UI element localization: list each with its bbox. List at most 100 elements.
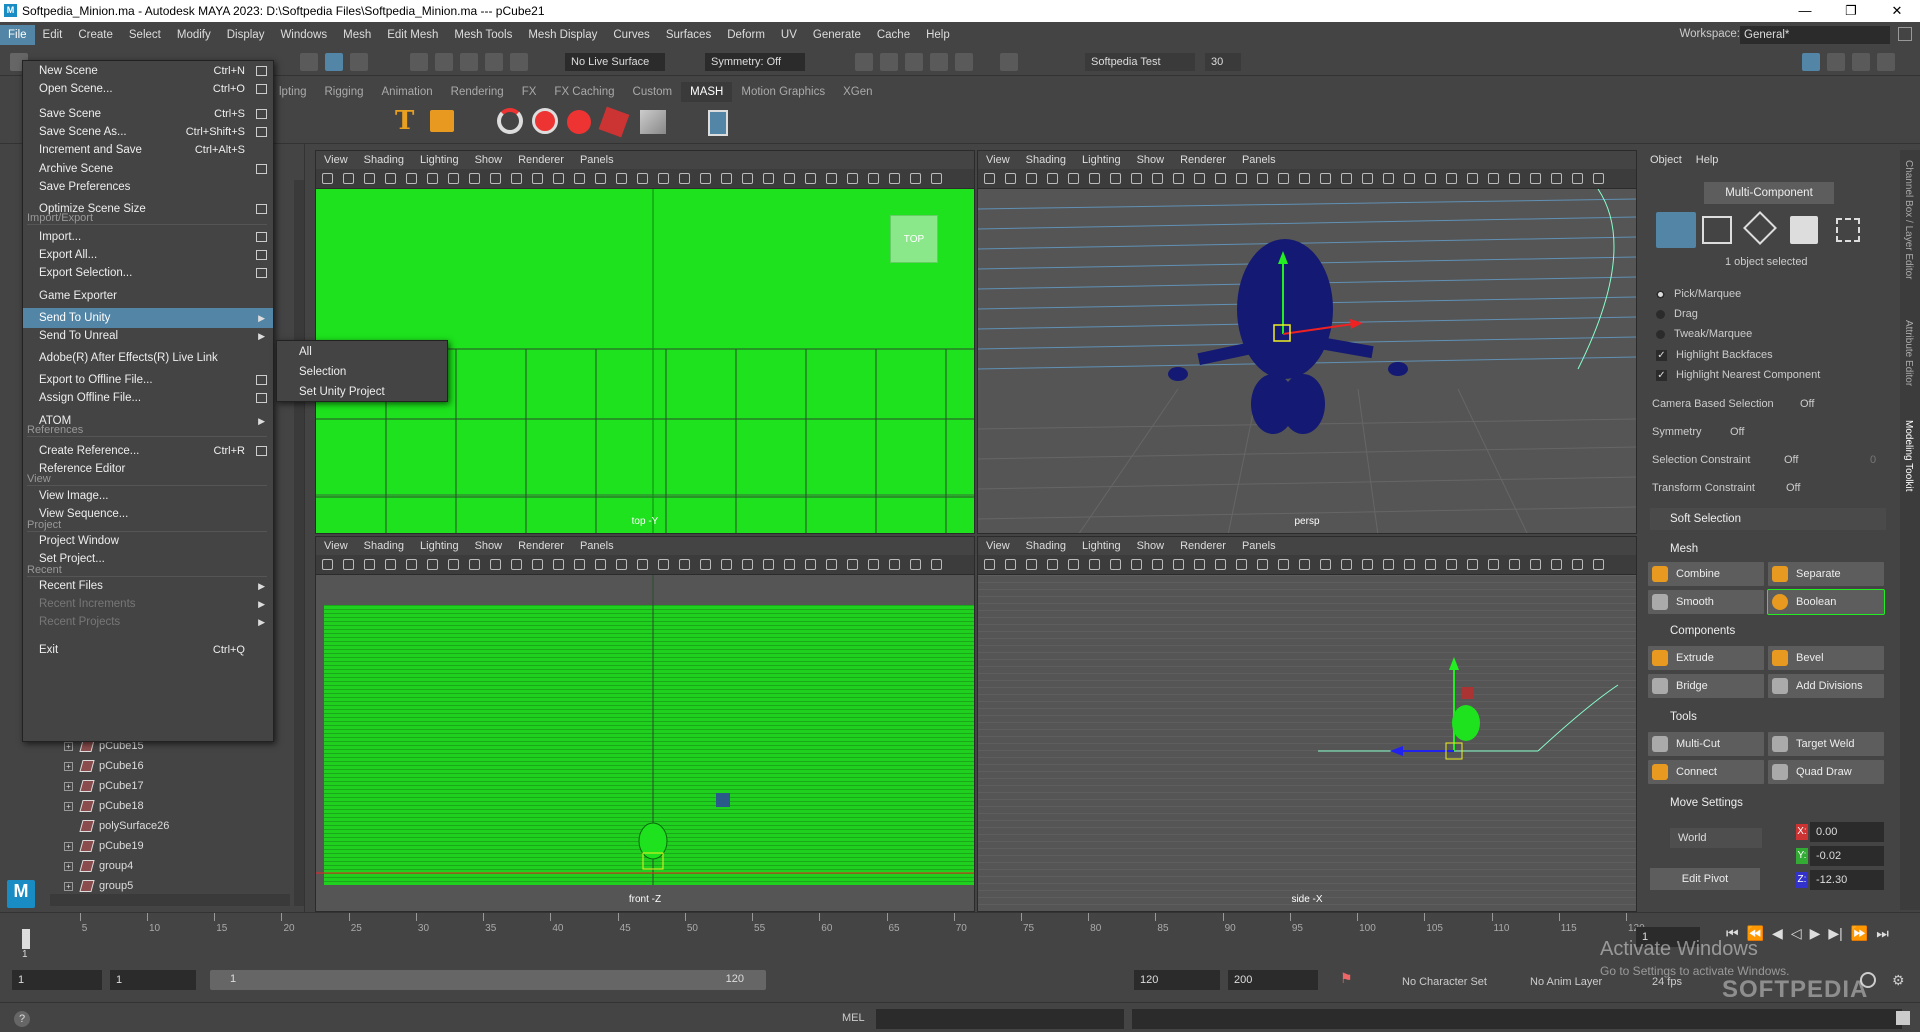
viewport-tool-icon[interactable] <box>343 559 354 570</box>
shelf-tab-rendering[interactable]: Rendering <box>442 82 513 102</box>
close-button[interactable]: ✕ <box>1874 0 1920 22</box>
menu-cache[interactable]: Cache <box>869 25 918 45</box>
file-menu-exit[interactable]: Exit Ctrl+Q <box>23 640 273 660</box>
file-menu-save-scene-as[interactable]: Save Scene As... Ctrl+Shift+S <box>23 122 273 142</box>
menu-display[interactable]: Display <box>219 25 273 45</box>
file-menu-project-window[interactable]: Project Window <box>23 531 273 551</box>
snap-curve-icon[interactable] <box>435 53 453 71</box>
file-menu-adobe-r-after-effects-r-live-link[interactable]: Adobe(R) After Effects(R) Live Link <box>23 348 273 368</box>
object-mode-icon[interactable] <box>1656 212 1696 248</box>
expand-icon[interactable]: + <box>64 741 73 751</box>
outliner-item[interactable]: + group4 <box>64 856 133 876</box>
start-time-field[interactable]: 1 <box>12 970 102 990</box>
outliner-scrollbar[interactable] <box>294 180 304 906</box>
viewport-tool-icon[interactable] <box>1551 173 1562 184</box>
snap-view-icon[interactable] <box>485 53 503 71</box>
viewport-tool-icon[interactable] <box>1467 173 1478 184</box>
viewport-tool-icon[interactable] <box>1425 173 1436 184</box>
user-account[interactable]: Softpedia Test <box>1085 53 1195 71</box>
hypershade-icon[interactable] <box>930 53 948 71</box>
viewport-tool-icon[interactable] <box>616 559 627 570</box>
viewport-menu-renderer[interactable]: Renderer <box>510 151 572 169</box>
outliner-item[interactable]: + pCube16 <box>64 756 144 776</box>
viewport-tool-icon[interactable] <box>1446 173 1457 184</box>
combine-button[interactable]: Combine <box>1648 562 1764 586</box>
shelf-tab-motion-graphics[interactable]: Motion Graphics <box>732 82 834 102</box>
viewport-menu-show[interactable]: Show <box>1129 537 1173 555</box>
viewport-tool-icon[interactable] <box>1572 559 1583 570</box>
viewport-tool-icon[interactable] <box>1467 559 1478 570</box>
character-set-select[interactable]: No Character Set <box>1402 976 1487 988</box>
viewport-tool-icon[interactable] <box>553 173 564 184</box>
viewport-tool-icon[interactable] <box>700 173 711 184</box>
viewport-tool-icon[interactable] <box>448 173 459 184</box>
viewport-tool-icon[interactable] <box>1530 559 1541 570</box>
viewport-tool-icon[interactable] <box>511 559 522 570</box>
file-menu-export-all[interactable]: Export All... <box>23 245 273 265</box>
viewport-menu-shading[interactable]: Shading <box>1018 537 1074 555</box>
bevel-button[interactable]: Bevel <box>1768 646 1884 670</box>
viewport-tool-icon[interactable] <box>406 559 417 570</box>
mash-network-icon[interactable] <box>497 108 523 134</box>
expand-icon[interactable]: + <box>64 761 73 771</box>
step-back-frame-icon[interactable]: ◀ <box>1772 925 1783 942</box>
mesh-header[interactable]: Mesh <box>1650 538 1698 560</box>
viewport-tool-icon[interactable] <box>784 173 795 184</box>
quad-draw-button[interactable]: Quad Draw <box>1768 760 1884 784</box>
viewport-tool-icon[interactable] <box>1341 559 1352 570</box>
viewport-tool-icon[interactable] <box>1509 559 1520 570</box>
option-box-icon[interactable] <box>256 109 267 119</box>
viewport-tool-icon[interactable] <box>658 559 669 570</box>
maximize-button[interactable]: ❐ <box>1828 0 1874 22</box>
option-box-icon[interactable] <box>256 268 267 278</box>
option-box-icon[interactable] <box>256 250 267 260</box>
connect-button[interactable]: Connect <box>1648 760 1764 784</box>
viewport-tool-icon[interactable] <box>574 173 585 184</box>
viewport-tool-icon[interactable] <box>805 559 816 570</box>
viewport-tool-icon[interactable] <box>868 173 879 184</box>
step-forward-frame-icon[interactable]: ▶| <box>1828 925 1842 942</box>
viewport-tool-icon[interactable] <box>1362 173 1373 184</box>
viewport-tool-icon[interactable] <box>1572 173 1583 184</box>
viewport-tool-icon[interactable] <box>1236 559 1247 570</box>
channel-box-tab[interactable]: Channel Box / Layer Editor <box>1903 160 1914 280</box>
menu-modify[interactable]: Modify <box>169 25 219 45</box>
viewport-menu-lighting[interactable]: Lighting <box>412 151 467 169</box>
option-box-icon[interactable] <box>256 232 267 242</box>
face-mode-icon[interactable] <box>1790 216 1818 244</box>
menu-edit-mesh[interactable]: Edit Mesh <box>379 25 446 45</box>
menu-deform[interactable]: Deform <box>719 25 773 45</box>
viewport-tool-icon[interactable] <box>1509 173 1520 184</box>
text-tool-icon[interactable]: T <box>395 108 417 134</box>
option-box-icon[interactable] <box>256 375 267 385</box>
viewport-menu-shading[interactable]: Shading <box>1018 151 1074 169</box>
viewport-tool-icon[interactable] <box>322 559 333 570</box>
viewport-tool-icon[interactable] <box>868 559 879 570</box>
playback-start-field[interactable]: 1 <box>110 970 196 990</box>
unity-submenu-set-unity-project[interactable]: Set Unity Project <box>277 382 447 402</box>
highlight-nearest-checkbox[interactable]: ✓ <box>1656 370 1667 381</box>
view-cube[interactable]: TOP <box>890 215 938 263</box>
outliner-item[interactable]: polySurface26 <box>64 816 169 836</box>
viewport-tool-icon[interactable] <box>658 173 669 184</box>
channel-box-icon[interactable] <box>1877 53 1895 71</box>
viewport-tool-icon[interactable] <box>742 173 753 184</box>
mash-repro-icon[interactable] <box>567 110 591 134</box>
viewport-tool-icon[interactable] <box>1488 559 1499 570</box>
viewport-menu-renderer[interactable]: Renderer <box>1172 537 1234 555</box>
viewport-persp[interactable]: View Shading Lighting Show Renderer Panels <box>977 150 1637 534</box>
viewport-front[interactable]: View Shading Lighting Show Renderer Panels fr… <box>315 536 975 912</box>
viewport-menu-panels[interactable]: Panels <box>572 537 622 555</box>
viewport-tool-icon[interactable] <box>322 173 333 184</box>
expand-icon[interactable]: + <box>64 861 73 871</box>
option-box-icon[interactable] <box>256 164 267 174</box>
viewport-tool-icon[interactable] <box>889 173 900 184</box>
go-to-end-icon[interactable]: ⏭ <box>1876 925 1889 942</box>
viewport-tool-icon[interactable] <box>469 559 480 570</box>
option-box-icon[interactable] <box>256 393 267 403</box>
auto-key-icon[interactable]: ⚑ <box>1340 970 1354 988</box>
viewport-menu-renderer[interactable]: Renderer <box>1172 151 1234 169</box>
viewport-tool-icon[interactable] <box>406 173 417 184</box>
edit-pivot-button[interactable]: Edit Pivot <box>1650 868 1760 890</box>
layout-toggle-icon[interactable] <box>1898 27 1912 41</box>
